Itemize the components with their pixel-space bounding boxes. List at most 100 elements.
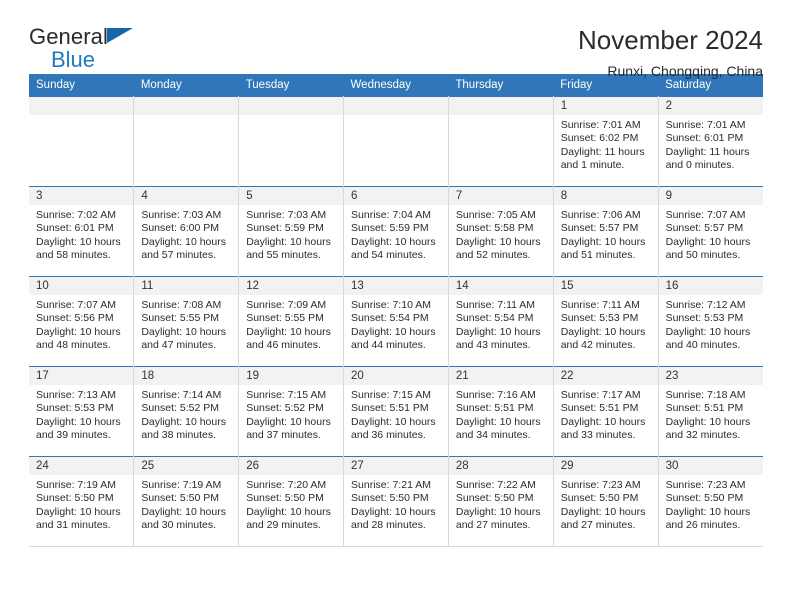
sunset-text: Sunset: 5:54 PM [351,312,429,325]
day-cell[interactable]: 6 Sunrise: 7:04 AM Sunset: 5:59 PM Dayli… [343,186,449,277]
sunrise-text: Sunrise: 7:01 AM [560,119,641,131]
day-info: Sunrise: 7:03 AM Sunset: 5:59 PM Dayligh… [239,205,343,263]
sunset-text: Sunset: 5:50 PM [36,492,114,505]
day-info: Sunrise: 7:18 AM Sunset: 5:51 PM Dayligh… [659,385,763,443]
day-cell[interactable]: 3 Sunrise: 7:02 AM Sunset: 6:01 PM Dayli… [29,186,135,277]
day-number [239,97,344,115]
day-cell[interactable]: 29 Sunrise: 7:23 AM Sunset: 5:50 PM Dayl… [553,456,659,547]
sunrise-text: Sunrise: 7:01 AM [665,119,746,131]
daylight-text: Daylight: 10 hours and 40 minutes. [665,325,751,352]
day-cell[interactable]: 21 Sunrise: 7:16 AM Sunset: 5:51 PM Dayl… [448,366,554,457]
calendar-page: General Blue November 2024 Runxi, Chongq… [0,0,792,612]
day-cell[interactable]: 16 Sunrise: 7:12 AM Sunset: 5:53 PM Dayl… [658,276,763,367]
day-info: Sunrise: 7:16 AM Sunset: 5:51 PM Dayligh… [449,385,553,443]
day-info: Sunrise: 7:02 AM Sunset: 6:01 PM Dayligh… [29,205,133,263]
sunrise-text: Sunrise: 7:07 AM [665,209,746,221]
day-cell[interactable]: 20 Sunrise: 7:15 AM Sunset: 5:51 PM Dayl… [343,366,449,457]
day-number: 10 [29,277,134,295]
general-blue-logo[interactable]: General Blue [29,26,149,72]
day-cell[interactable]: 28 Sunrise: 7:22 AM Sunset: 5:50 PM Dayl… [448,456,554,547]
sunset-text: Sunset: 5:51 PM [665,402,744,415]
day-cell[interactable]: 12 Sunrise: 7:09 AM Sunset: 5:55 PM Dayl… [238,276,345,367]
sunrise-text: Sunrise: 7:16 AM [455,389,536,401]
day-number: 28 [448,457,553,475]
day-info: Sunrise: 7:23 AM Sunset: 5:50 PM Dayligh… [554,475,658,533]
day-cell[interactable]: 9 Sunrise: 7:07 AM Sunset: 5:57 PM Dayli… [658,186,763,277]
day-info: Sunrise: 7:19 AM Sunset: 5:50 PM Dayligh… [134,475,238,533]
sunset-text: Sunset: 6:01 PM [36,222,114,235]
day-cell[interactable]: 26 Sunrise: 7:20 AM Sunset: 5:50 PM Dayl… [238,456,345,547]
daylight-text: Daylight: 10 hours and 50 minutes. [665,235,751,262]
day-cell[interactable]: 8 Sunrise: 7:06 AM Sunset: 5:57 PM Dayli… [553,186,659,277]
day-info: Sunrise: 7:01 AM Sunset: 6:02 PM Dayligh… [554,115,658,173]
daylight-text: Daylight: 10 hours and 43 minutes. [455,325,541,352]
day-cell[interactable]: 23 Sunrise: 7:18 AM Sunset: 5:51 PM Dayl… [658,366,763,457]
day-info: Sunrise: 7:12 AM Sunset: 5:53 PM Dayligh… [659,295,763,353]
sunset-text: Sunset: 5:56 PM [36,312,114,325]
day-info: Sunrise: 7:22 AM Sunset: 5:50 PM Dayligh… [449,475,553,533]
sunset-text: Sunset: 5:53 PM [560,312,639,325]
sunset-text: Sunset: 6:00 PM [141,222,219,235]
sunrise-text: Sunrise: 7:22 AM [455,479,536,491]
daylight-text: Daylight: 10 hours and 46 minutes. [246,325,331,352]
day-info: Sunrise: 7:10 AM Sunset: 5:54 PM Dayligh… [344,295,448,353]
day-info: Sunrise: 7:07 AM Sunset: 5:57 PM Dayligh… [659,205,763,263]
day-cell[interactable]: 27 Sunrise: 7:21 AM Sunset: 5:50 PM Dayl… [343,456,449,547]
page-subtitle: Runxi, Chongqing, China [607,62,763,79]
daylight-text: Daylight: 10 hours and 58 minutes. [36,235,121,262]
day-cell[interactable]: 17 Sunrise: 7:13 AM Sunset: 5:53 PM Dayl… [29,366,135,457]
day-cell[interactable]: 18 Sunrise: 7:14 AM Sunset: 5:52 PM Dayl… [133,366,240,457]
day-cell[interactable]: 2 Sunrise: 7:01 AM Sunset: 6:01 PM Dayli… [658,96,763,187]
day-cell[interactable]: 19 Sunrise: 7:15 AM Sunset: 5:52 PM Dayl… [238,366,345,457]
sunset-text: Sunset: 5:51 PM [351,402,429,415]
sunset-text: Sunset: 6:02 PM [560,132,639,145]
sunrise-text: Sunrise: 7:09 AM [246,299,327,311]
day-cell[interactable]: 11 Sunrise: 7:08 AM Sunset: 5:55 PM Dayl… [133,276,240,367]
day-cell-empty [343,96,449,187]
day-number: 27 [344,457,448,475]
day-cell[interactable]: 15 Sunrise: 7:11 AM Sunset: 5:53 PM Dayl… [553,276,659,367]
daylight-text: Daylight: 10 hours and 32 minutes. [665,415,751,442]
day-cell[interactable]: 13 Sunrise: 7:10 AM Sunset: 5:54 PM Dayl… [343,276,449,367]
sunset-text: Sunset: 5:50 PM [560,492,639,505]
sunrise-text: Sunrise: 7:17 AM [560,389,641,401]
sunrise-text: Sunrise: 7:14 AM [141,389,222,401]
day-cell[interactable]: 14 Sunrise: 7:11 AM Sunset: 5:54 PM Dayl… [448,276,554,367]
day-number [344,97,448,115]
sunrise-text: Sunrise: 7:11 AM [560,299,640,311]
day-number: 18 [134,367,239,385]
weekday-wednesday: Wednesday [343,74,449,97]
day-number: 21 [448,367,553,385]
day-cell-empty [29,96,135,187]
day-number: 5 [239,187,344,205]
day-info: Sunrise: 7:03 AM Sunset: 6:00 PM Dayligh… [134,205,238,263]
day-cell[interactable]: 22 Sunrise: 7:17 AM Sunset: 5:51 PM Dayl… [553,366,659,457]
day-number: 8 [553,187,658,205]
daylight-text: Daylight: 10 hours and 48 minutes. [36,325,121,352]
day-info: Sunrise: 7:23 AM Sunset: 5:50 PM Dayligh… [659,475,763,533]
day-cell[interactable]: 25 Sunrise: 7:19 AM Sunset: 5:50 PM Dayl… [133,456,240,547]
sunrise-text: Sunrise: 7:03 AM [141,209,222,221]
day-cell[interactable]: 1 Sunrise: 7:01 AM Sunset: 6:02 PM Dayli… [553,96,659,187]
day-number: 20 [344,367,448,385]
day-cell[interactable]: 5 Sunrise: 7:03 AM Sunset: 5:59 PM Dayli… [238,186,345,277]
day-cell[interactable]: 7 Sunrise: 7:05 AM Sunset: 5:58 PM Dayli… [448,186,554,277]
day-cell[interactable]: 30 Sunrise: 7:23 AM Sunset: 5:50 PM Dayl… [658,456,763,547]
day-cell[interactable]: 24 Sunrise: 7:19 AM Sunset: 5:50 PM Dayl… [29,456,135,547]
day-cell-empty [238,96,345,187]
sunset-text: Sunset: 5:55 PM [141,312,219,325]
sunrise-text: Sunrise: 7:10 AM [351,299,431,311]
day-cell[interactable]: 4 Sunrise: 7:03 AM Sunset: 6:00 PM Dayli… [133,186,240,277]
sunset-text: Sunset: 5:55 PM [246,312,324,325]
day-number: 3 [29,187,134,205]
day-number [29,97,134,115]
day-number: 1 [553,97,658,115]
sunset-text: Sunset: 5:53 PM [36,402,114,415]
daylight-text: Daylight: 10 hours and 51 minutes. [560,235,646,262]
sunrise-text: Sunrise: 7:19 AM [36,479,116,491]
daylight-text: Daylight: 10 hours and 31 minutes. [36,505,121,532]
day-number [134,97,239,115]
day-cell[interactable]: 10 Sunrise: 7:07 AM Sunset: 5:56 PM Dayl… [29,276,135,367]
day-number: 29 [553,457,658,475]
daylight-text: Daylight: 11 hours and 1 minute. [560,145,645,172]
